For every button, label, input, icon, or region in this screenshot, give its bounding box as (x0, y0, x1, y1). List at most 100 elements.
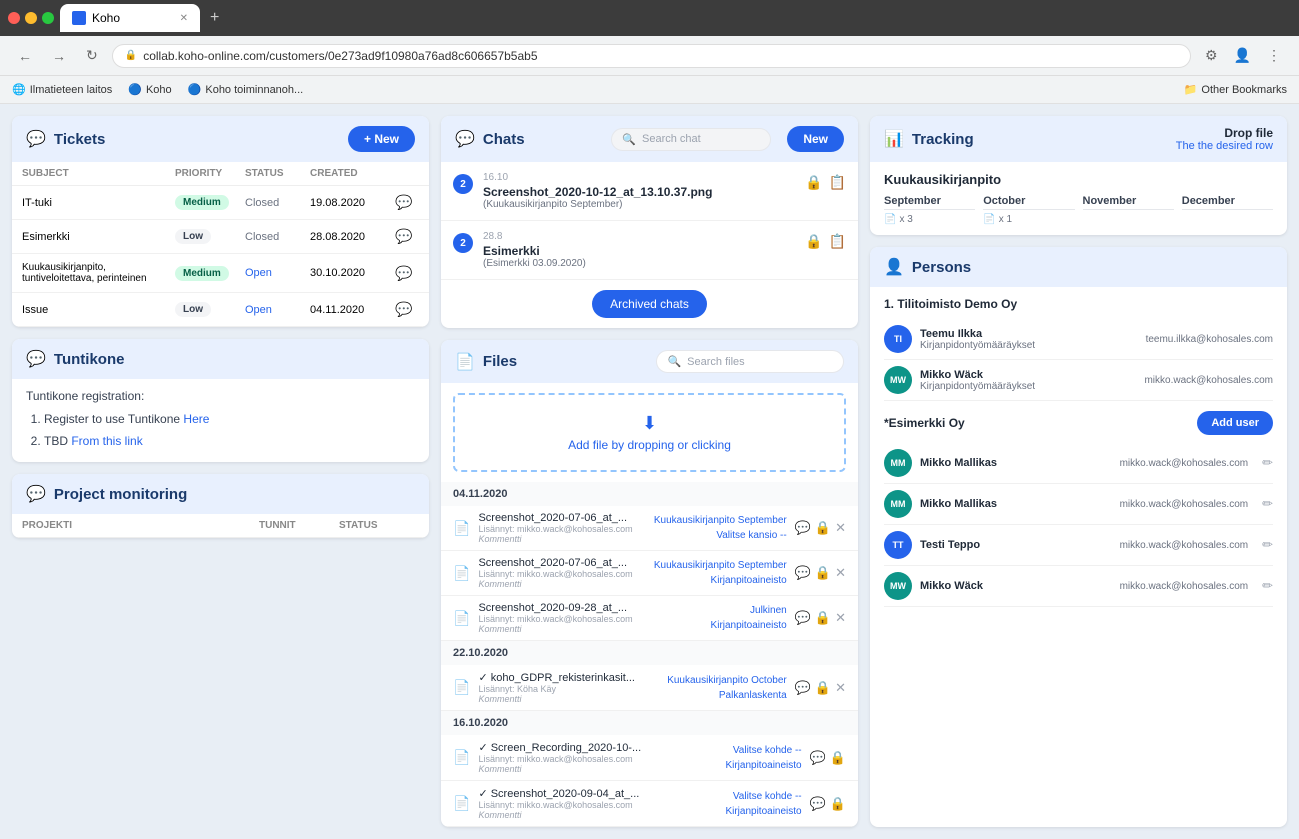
file-item[interactable]: 📄 ✓ koho_GDPR_rekisterinkasit... Lisänny… (441, 665, 858, 711)
archive-icon[interactable]: 📋 (829, 174, 846, 191)
comment-icon[interactable]: 💬 (795, 680, 811, 696)
avatar: MW (884, 572, 912, 600)
file-tags: Valitse kohde --Kirjanpitoaineisto (725, 743, 801, 773)
table-row[interactable]: Issue Low Open 04.11.2020 💬 (12, 293, 429, 327)
table-row[interactable]: Esimerkki Low Closed 28.08.2020 💬 (12, 220, 429, 254)
address-bar[interactable]: 🔒 collab.koho-online.com/customers/0e273… (112, 44, 1191, 68)
comment-icon[interactable]: 💬 (795, 520, 811, 536)
menu-button[interactable]: ⋮ (1261, 43, 1287, 68)
file-actions: 💬 🔒 (810, 796, 846, 812)
file-drop-zone[interactable]: ⬇ Add file by dropping or clicking (453, 393, 846, 472)
bookmark-2[interactable]: 🔵 Koho (128, 83, 171, 96)
profile-button[interactable]: 👤 (1228, 43, 1257, 68)
delete-icon[interactable]: ✕ (835, 680, 846, 696)
delete-icon[interactable]: ✕ (835, 610, 846, 626)
close-button[interactable] (8, 12, 20, 24)
forward-button[interactable]: → (46, 44, 72, 68)
chat-content: 16.10 Screenshot_2020-10-12_at_13.10.37.… (483, 172, 795, 210)
tuntikone-body: Tuntikone registration: Register to use … (12, 379, 429, 462)
persons-header: 👤 Persons (870, 247, 1287, 287)
tracking-panel: 📊 Tracking Drop file The the desired row… (870, 116, 1287, 235)
bookmark-3[interactable]: 🔵 Koho toiminnanoh... (188, 83, 304, 96)
ticket-priority: Low (175, 302, 245, 317)
file-item[interactable]: 📄 Screenshot_2020-07-06_at_... Lisännyt:… (441, 551, 858, 596)
comment-icon[interactable]: 💬 (810, 750, 826, 766)
archived-chats-button[interactable]: Archived chats (592, 290, 707, 318)
comment-icon[interactable]: 💬 (795, 610, 811, 626)
edit-icon[interactable]: ✏ (1262, 578, 1273, 594)
edit-icon[interactable]: ✏ (1262, 455, 1273, 471)
file-item[interactable]: 📄 ✓ Screen_Recording_2020-10-... Lisänny… (441, 735, 858, 781)
file-item[interactable]: 📄 Screenshot_2020-09-28_at_... Lisännyt:… (441, 596, 858, 641)
drop-label: Add file by dropping or clicking (568, 438, 731, 452)
tab-favicon (72, 11, 86, 25)
lock-icon[interactable]: 🔒 (805, 233, 822, 250)
lock-icon[interactable]: 🔒 (805, 174, 822, 191)
ticket-message-icon[interactable]: 💬 (395, 265, 419, 282)
add-user-button[interactable]: Add user (1197, 411, 1273, 435)
tab-close-icon[interactable]: ✕ (180, 13, 188, 24)
comment-icon[interactable]: 💬 (810, 796, 826, 812)
ticket-priority: Low (175, 229, 245, 244)
ticket-priority: Medium (175, 195, 245, 210)
file-item[interactable]: 📄 ✓ Screenshot_2020-09-04_at_... Lisänny… (441, 781, 858, 827)
month-september: September 📄 x 3 (884, 195, 975, 225)
locked-icon[interactable]: 🔒 (815, 680, 831, 696)
tickets-title: Tickets (54, 131, 340, 148)
chats-new-button[interactable]: New (787, 126, 844, 152)
ticket-message-icon[interactable]: 💬 (395, 228, 419, 245)
reload-button[interactable]: ↻ (80, 43, 104, 68)
table-row[interactable]: IT-tuki Medium Closed 19.08.2020 💬 (12, 186, 429, 220)
bookmark-1[interactable]: 🌐 Ilmatieteen laitos (12, 83, 112, 96)
delete-icon[interactable]: ✕ (835, 520, 846, 536)
table-row[interactable]: Kuukausikirjanpito,tuntiveloitettava, pe… (12, 254, 429, 293)
avatar: MW (884, 366, 912, 394)
ticket-message-icon[interactable]: 💬 (395, 194, 419, 211)
person-role: Kirjanpidontyömääräykset (920, 340, 1035, 351)
project-table-header: PROJEKTI TUNNIT STATUS (12, 514, 429, 538)
maximize-button[interactable] (42, 12, 54, 24)
tuntikone-link-2[interactable]: From this link (71, 434, 142, 448)
comment-icon[interactable]: 💬 (795, 565, 811, 581)
files-search[interactable]: 🔍 Search files (656, 350, 844, 373)
delete-icon[interactable]: ✕ (835, 565, 846, 581)
new-tab-button[interactable]: + (210, 9, 219, 27)
back-button[interactable]: ← (12, 44, 38, 68)
avatar: TI (884, 325, 912, 353)
minimize-button[interactable] (25, 12, 37, 24)
chat-content: 28.8 Esimerkki (Esimerkki 03.09.2020) (483, 231, 795, 269)
chats-panel: 💬 Chats 🔍 Search chat New 2 16.10 Screen… (441, 116, 858, 328)
month-item: 📄 x 3 (884, 214, 975, 225)
chats-search[interactable]: 🔍 Search chat (611, 128, 771, 151)
person-email: mikko.wack@kohosales.com (1120, 540, 1249, 551)
person-email: mikko.wack@kohosales.com (1120, 458, 1249, 469)
person-item: MW Mikko Wäck Kirjanpidontyömääräykset m… (884, 360, 1273, 401)
lock-icon[interactable]: 🔒 (815, 520, 831, 536)
bookmark-other[interactable]: 📁 Other Bookmarks (1184, 83, 1287, 96)
chat-item[interactable]: 2 16.10 Screenshot_2020-10-12_at_13.10.3… (441, 162, 858, 221)
lock-icon[interactable]: 🔒 (830, 796, 846, 812)
tuntikone-link-1[interactable]: Here (183, 412, 209, 426)
ticket-created: 04.11.2020 (310, 304, 395, 316)
month-name: December (1182, 195, 1273, 210)
person-email: mikko.wack@kohosales.com (1120, 499, 1249, 510)
lock-icon[interactable]: 🔒 (815, 610, 831, 626)
left-column: 💬 Tickets + New SUBJECT Priority Status … (12, 116, 429, 827)
extensions-button[interactable]: ⚙ (1199, 43, 1224, 68)
file-date-header: 22.10.2020 (441, 641, 858, 665)
lock-icon[interactable]: 🔒 (815, 565, 831, 581)
chat-item[interactable]: 2 28.8 Esimerkki (Esimerkki 03.09.2020) … (441, 221, 858, 280)
tickets-new-button[interactable]: + New (348, 126, 415, 152)
ticket-created: 28.08.2020 (310, 231, 395, 243)
person-name: Mikko Wäck (920, 369, 1035, 381)
archive-icon[interactable]: 📋 (829, 233, 846, 250)
lock-icon[interactable]: 🔒 (830, 750, 846, 766)
edit-icon[interactable]: ✏ (1262, 537, 1273, 553)
ticket-message-icon[interactable]: 💬 (395, 301, 419, 318)
browser-tab[interactable]: Koho ✕ (60, 4, 200, 32)
edit-icon[interactable]: ✏ (1262, 496, 1273, 512)
file-item[interactable]: 📄 Screenshot_2020-07-06_at_... Lisännyt:… (441, 506, 858, 551)
tracking-title: Tracking (912, 131, 974, 148)
file-name: ✓ Screenshot_2020-09-04_at_... (478, 787, 717, 800)
tracking-body: Kuukausikirjanpito September 📄 x 3 Octob… (870, 162, 1287, 235)
